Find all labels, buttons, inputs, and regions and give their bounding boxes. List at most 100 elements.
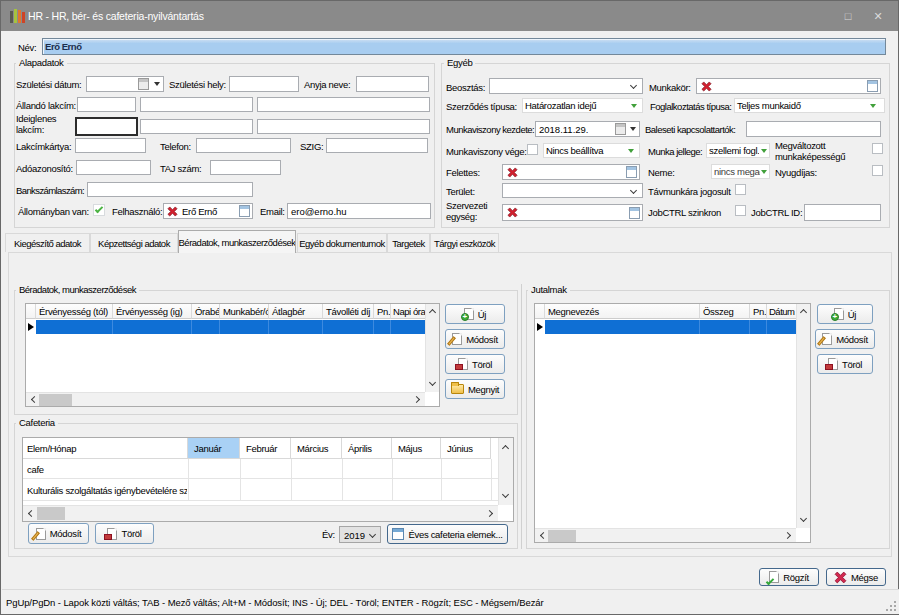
allando-lakcim-input-3[interactable] bbox=[257, 97, 430, 112]
tab-kepzettsegi-adatok[interactable]: Képzettségi adatok bbox=[90, 233, 178, 252]
eves-cafeteria-button[interactable]: Éves cafeteria elemek... bbox=[387, 524, 508, 544]
beradatok-vscrollbar[interactable] bbox=[425, 304, 439, 392]
titlebar[interactable]: HR - HR, bér- és cafeteria-nyilvántartás… bbox=[1, 1, 898, 31]
tab-targyi-eszkozok[interactable]: Tárgyi eszközök bbox=[430, 233, 499, 252]
felhasznalo-clear-icon[interactable] bbox=[167, 206, 178, 217]
szuletesi-hely-input[interactable] bbox=[229, 76, 299, 92]
tab-egyeb-dokumentumok[interactable]: Egyéb dokumentumok bbox=[297, 233, 387, 252]
nyugdijas-checkbox[interactable] bbox=[872, 165, 883, 176]
beradatok-header-ervenyesseg-ig[interactable]: Érvényesség (ig) bbox=[113, 304, 192, 319]
felettes-input[interactable] bbox=[502, 164, 640, 180]
beosztas-select[interactable] bbox=[489, 78, 643, 94]
jutalmak-vscrollbar[interactable] bbox=[796, 304, 810, 528]
beradatok-hscrollbar[interactable] bbox=[26, 392, 425, 406]
cafeteria-table[interactable]: Elem/Hónap Január Február Március Áprili… bbox=[22, 437, 514, 522]
jutalmak-hscroll-left-icon[interactable] bbox=[540, 532, 547, 539]
jutalmak-hscroll-thumb[interactable] bbox=[548, 530, 576, 542]
ideiglenes-lakcim-input-3[interactable] bbox=[257, 119, 430, 134]
jutalmak-header-osszeg[interactable]: Összeg bbox=[700, 304, 750, 319]
ideiglenes-lakcim-input-1[interactable] bbox=[75, 117, 138, 136]
beradatok-header-orabe[interactable]: Órabé bbox=[192, 304, 220, 319]
ideiglenes-lakcim-input-2[interactable] bbox=[140, 119, 253, 134]
jutalmak-selected-row[interactable] bbox=[545, 320, 796, 334]
rogzit-button[interactable]: Rögzít bbox=[759, 568, 819, 586]
resize-grip[interactable] bbox=[886, 601, 896, 611]
cafeteria-vscroll-up-icon[interactable] bbox=[502, 445, 509, 452]
cafeteria-hscroll-right-icon[interactable] bbox=[486, 510, 493, 517]
taj-szam-input[interactable] bbox=[210, 160, 281, 175]
beradatok-header-ervenyesseg-tol[interactable]: Érvényesség (tól) bbox=[36, 304, 113, 319]
cafeteria-header-majus[interactable]: Május bbox=[392, 438, 441, 459]
tab-targetek[interactable]: Targetek bbox=[387, 233, 430, 252]
jutalmak-vscroll-down-icon[interactable] bbox=[800, 515, 807, 522]
megse-button[interactable]: Mégse bbox=[826, 568, 886, 586]
jobctrl-id-input[interactable] bbox=[804, 204, 881, 221]
cafeteria-header-januar[interactable]: Január bbox=[188, 438, 240, 459]
munkakor-lookup-icon[interactable] bbox=[867, 80, 878, 92]
felhasznalo-lookup-icon[interactable] bbox=[239, 205, 250, 217]
beradatok-uj-button[interactable]: +Új bbox=[445, 304, 505, 324]
cafeteria-modosit-button[interactable]: Módosít bbox=[28, 523, 89, 544]
jutalmak-vscroll-up-icon[interactable] bbox=[800, 309, 807, 316]
adoazonosito-input[interactable] bbox=[76, 160, 151, 175]
beradatok-header-munkaber[interactable]: Munkabér/ór bbox=[220, 304, 269, 319]
beradatok-table[interactable]: Érvényesség (tól) Érvényesség (ig) Órabé… bbox=[25, 303, 440, 407]
maximize-button[interactable]: □ bbox=[840, 8, 856, 24]
jutalmak-table[interactable]: Megnevezés Összeg Pn. Dátum bbox=[534, 303, 811, 543]
cafeteria-header-elem[interactable]: Elem/Hónap bbox=[23, 438, 188, 459]
beradatok-selected-row[interactable] bbox=[36, 320, 425, 334]
felhasznalo-input[interactable]: Erő Ernő bbox=[163, 203, 253, 219]
beradatok-header-tavolleti-dij[interactable]: Távolléti díj bbox=[323, 304, 374, 319]
beradatok-header-atlagber[interactable]: Átlagbér bbox=[269, 304, 323, 319]
jutalmak-header-megnevezes[interactable]: Megnevezés bbox=[545, 304, 700, 319]
name-input[interactable]: Erő Ernő bbox=[42, 38, 886, 55]
bankszamlaszam-input[interactable] bbox=[87, 182, 253, 197]
lakcimkartya-input[interactable] bbox=[75, 138, 146, 153]
beradatok-hscroll-right-icon[interactable] bbox=[413, 396, 420, 403]
felettes-clear-icon[interactable] bbox=[507, 167, 518, 178]
cafeteria-torol-button[interactable]: Töröl bbox=[95, 523, 154, 544]
cafeteria-header-aprilis[interactable]: Április bbox=[342, 438, 392, 459]
munka-jellege-select[interactable]: szellemi fogl. bbox=[706, 143, 770, 158]
tavmunkara-checkbox[interactable] bbox=[735, 184, 746, 195]
email-input[interactable]: ero@erno.hu bbox=[287, 203, 431, 219]
felettes-lookup-icon[interactable] bbox=[626, 166, 637, 178]
beradatok-header-napi-ora[interactable]: Napi óra: bbox=[391, 304, 425, 319]
jobctrl-szinkron-checkbox[interactable] bbox=[735, 205, 746, 216]
munkaviszony-kezdete-dropdown-icon[interactable] bbox=[630, 127, 636, 131]
cafeteria-header-junius[interactable]: Június bbox=[441, 438, 491, 459]
neme-select[interactable]: nincs megad bbox=[711, 164, 770, 179]
close-button[interactable]: ✕ bbox=[870, 8, 886, 24]
jutalmak-torol-button[interactable]: Töröl bbox=[817, 354, 873, 374]
foglalkoztatas-tipusa-select[interactable]: Teljes munkaidő bbox=[734, 98, 885, 113]
szervezeti-egyseg-lookup-icon[interactable] bbox=[629, 207, 640, 219]
jutalmak-hscroll-right-icon[interactable] bbox=[784, 532, 791, 539]
jutalmak-header-pn[interactable]: Pn. bbox=[750, 304, 767, 319]
cafeteria-hscroll-thumb[interactable] bbox=[37, 507, 65, 520]
munkaviszony-vege-select[interactable]: Nincs beállítva bbox=[543, 143, 640, 158]
munkakor-clear-icon[interactable] bbox=[701, 81, 712, 92]
cafeteria-vscrollbar[interactable] bbox=[498, 438, 513, 505]
cafeteria-header-marcius[interactable]: Március bbox=[291, 438, 342, 459]
terulet-select[interactable] bbox=[502, 183, 643, 198]
tab-kiegeszito-adatok[interactable]: Kiegészítő adatok bbox=[5, 233, 90, 252]
beradatok-modosit-button[interactable]: Módosít bbox=[445, 329, 505, 349]
szerzodes-tipusa-select[interactable]: Határozatlan idejű bbox=[522, 98, 643, 113]
jutalmak-uj-button[interactable]: +Új bbox=[817, 304, 873, 324]
jutalmak-header-datum[interactable]: Dátum bbox=[767, 304, 796, 319]
beradatok-hscroll-left-icon[interactable] bbox=[31, 396, 38, 403]
szig-input[interactable] bbox=[326, 138, 428, 153]
szuletesi-datum-dropdown-icon[interactable] bbox=[154, 82, 160, 86]
tab-beradatok[interactable]: Béradatok, munkaszerződések bbox=[178, 230, 296, 253]
szuletesi-datum-input[interactable] bbox=[86, 76, 164, 92]
cafeteria-hscroll-left-icon[interactable] bbox=[28, 510, 35, 517]
cafeteria-row-cafe[interactable]: cafe bbox=[23, 459, 500, 479]
baleseti-kapcsolattartok-input[interactable] bbox=[746, 121, 881, 137]
jutalmak-hscrollbar[interactable] bbox=[535, 528, 796, 542]
cafeteria-hscrollbar[interactable] bbox=[23, 505, 498, 521]
cafeteria-vscroll-down-icon[interactable] bbox=[502, 491, 509, 498]
telefon-input[interactable] bbox=[196, 138, 291, 153]
megvaltozott-checkbox[interactable] bbox=[872, 143, 883, 154]
munkaviszony-kezdete-input[interactable]: 2018.11.29. bbox=[535, 121, 640, 137]
munkaviszony-kezdete-calendar-icon[interactable] bbox=[615, 123, 626, 135]
